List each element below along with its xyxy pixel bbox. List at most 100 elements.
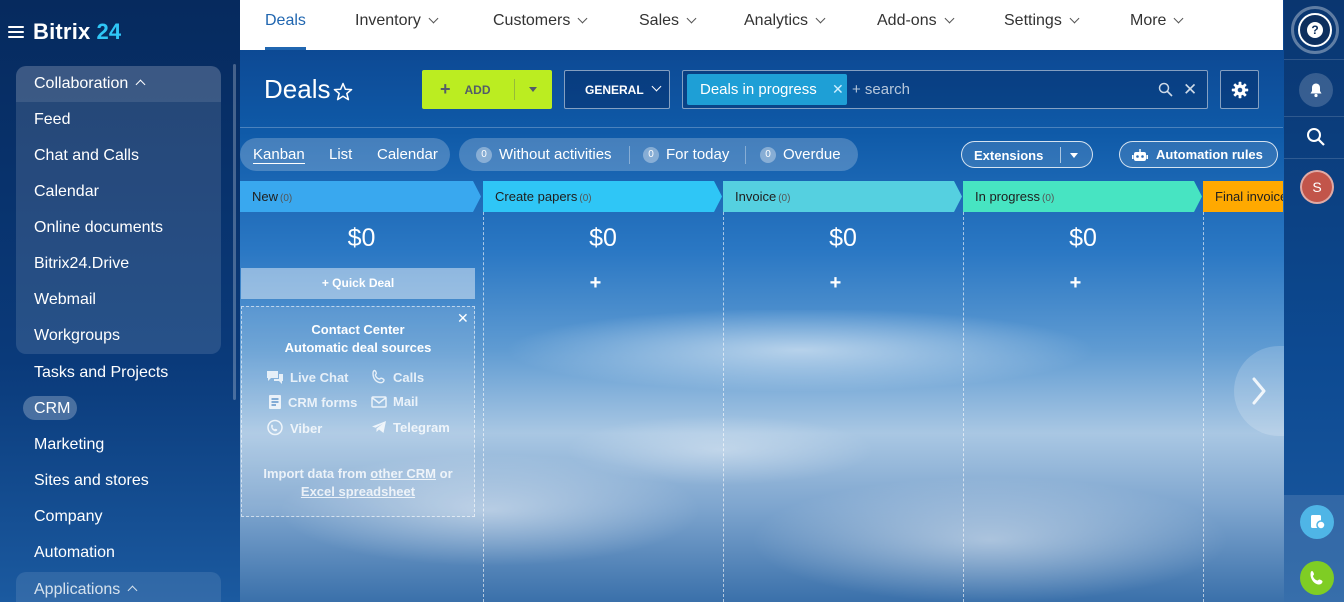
search-icon [1307,128,1325,146]
stage-header-create-papers[interactable]: Create papers (0) [483,181,714,212]
stage-header-final-invoice[interactable]: Final invoice [1203,181,1283,212]
add-deal-create-papers[interactable]: + [483,272,708,295]
chevron-down-icon [651,81,662,92]
plus-icon: + [440,79,451,99]
source-crm-forms[interactable]: CRM forms [268,394,357,410]
extensions-button[interactable]: Extensions [961,141,1093,168]
help-icon: ? [1307,22,1323,38]
divider [1284,158,1344,159]
sidebar-item-crm[interactable]: CRM [34,397,70,421]
sidebar-item-calendar[interactable]: Calendar [34,180,99,204]
clear-search-icon[interactable]: ✕ [1183,80,1197,100]
tab-inventory[interactable]: Inventory [355,0,439,50]
chevron-down-icon [428,13,439,24]
source-mail[interactable]: Mail [371,394,418,409]
menu-burger-icon[interactable] [8,26,24,38]
documents-button[interactable] [1300,505,1334,539]
general-dropdown[interactable]: GENERAL [564,70,670,109]
source-live-chat[interactable]: Live Chat [266,369,349,385]
counter-badge: 0 [476,146,492,163]
quick-deal-button[interactable]: + Quick Deal [241,268,475,299]
sidebar-item-chat[interactable]: Chat and Calls [34,144,139,168]
stage-header-invoice[interactable]: Invoice (0) [723,181,954,212]
add-button[interactable]: + ADD [422,70,552,109]
tab-deals[interactable]: Deals [265,0,306,50]
source-calls[interactable]: Calls [371,369,424,385]
filter-chip[interactable]: Deals in progress [687,74,847,105]
divider [514,79,515,100]
avatar[interactable]: S [1300,170,1334,204]
tab-analytics[interactable]: Analytics [744,0,826,50]
sidebar-item-tasks[interactable]: Tasks and Projects [34,361,168,385]
logo-text: Bitrix 24 [33,19,122,44]
stage-header-new[interactable]: New (0) [240,181,473,212]
import-excel-link[interactable]: Excel spreadsheet [301,484,415,499]
divider [1284,116,1344,117]
bell-icon [1310,83,1322,98]
add-deal-in-progress[interactable]: + [963,272,1188,295]
scroll-right-button[interactable] [1234,346,1284,436]
counter-without-activities[interactable]: 0 Without activities [476,146,612,163]
sidebar-item-drive[interactable]: Bitrix24.Drive [34,252,129,276]
source-telegram[interactable]: Telegram [371,419,450,435]
help-button[interactable]: ? [1291,6,1339,54]
sidebar-item-sites[interactable]: Sites and stores [34,469,149,493]
column-divider [723,212,724,602]
view-list[interactable]: List [329,146,352,163]
settings-button[interactable] [1220,70,1259,109]
add-deal-invoice[interactable]: + [723,272,948,295]
stage-sum-new: $0 [347,224,376,252]
chevron-down-icon [944,13,955,24]
tab-more[interactable]: More [1130,0,1184,50]
sidebar-item-company[interactable]: Company [34,505,102,529]
tab-customers[interactable]: Customers [493,0,588,50]
sidebar-item-marketing[interactable]: Marketing [34,433,104,457]
view-calendar[interactable]: Calendar [377,146,438,163]
sidebar-item-webmail[interactable]: Webmail [34,288,96,312]
caret-down-icon[interactable] [1070,153,1078,158]
sidebar-item-workgroups[interactable]: Workgroups [34,324,120,348]
star-icon[interactable] [333,82,353,102]
top-navigation: Deals Inventory Customers Sales Analytic… [240,0,1283,50]
chat-icon [267,371,283,384]
page-title: Deals [264,74,331,104]
sidebar-scrollbar[interactable] [233,64,236,400]
notifications-button[interactable] [1299,73,1333,107]
chevron-down-icon [1174,13,1184,24]
viber-icon [267,419,283,436]
phone-button[interactable] [1300,561,1334,595]
sidebar-item-online-documents[interactable]: Online documents [34,216,163,240]
view-kanban[interactable]: Kanban [253,146,305,164]
chevron-up-icon [135,79,146,90]
sidebar-item-automation[interactable]: Automation [34,541,115,565]
tab-settings[interactable]: Settings [1004,0,1080,50]
add-button-label: ADD [464,82,491,97]
column-divider [483,212,484,602]
contact-center-subtitle: Automatic deal sources [284,340,432,355]
import-other-crm-link[interactable]: other CRM [370,466,436,481]
left-sidebar: Bitrix 24 Collaboration Feed Chat and Cal… [0,0,240,602]
global-search-button[interactable] [1305,126,1327,148]
sidebar-group-collaboration[interactable]: Collaboration [34,72,146,96]
stage-header-in-progress[interactable]: In progress (0) [963,181,1194,212]
tab-add-ons[interactable]: Add-ons [877,0,955,50]
divider [1284,59,1344,60]
counter-overdue[interactable]: 0 Overdue [760,146,841,163]
search-input[interactable]: + search [852,81,910,98]
robot-icon [1132,148,1148,161]
tab-sales[interactable]: Sales [639,0,697,50]
source-viber[interactable]: Viber [266,419,322,437]
automation-rules-button[interactable]: Automation rules [1119,141,1278,168]
remove-filter-icon[interactable]: ✕ [832,81,844,98]
divider [240,127,1283,128]
logo[interactable]: Bitrix 24 [8,17,121,47]
caret-down-icon[interactable] [529,87,537,92]
sidebar-group-applications[interactable]: Applications [34,578,138,602]
import-excel-row: Excel spreadsheet [241,484,475,499]
counter-for-today[interactable]: 0 For today [643,146,729,163]
sidebar-item-feed[interactable]: Feed [34,108,70,132]
divider [745,146,746,164]
search-icon[interactable] [1158,82,1173,97]
divider [1060,147,1061,163]
chevron-down-icon [577,13,588,24]
